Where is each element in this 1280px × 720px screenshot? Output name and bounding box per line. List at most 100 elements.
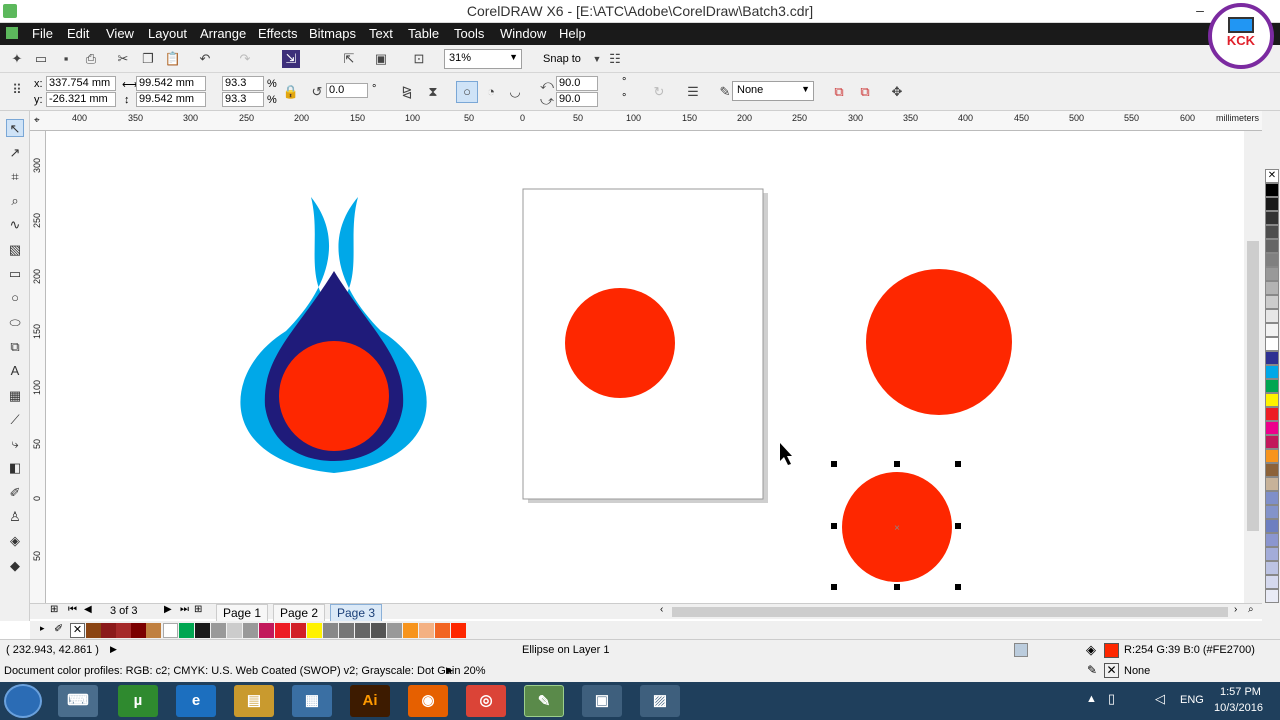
color-swatch[interactable] — [1265, 407, 1279, 421]
clock-time[interactable]: 1:57 PM — [1220, 686, 1261, 698]
prev-page-icon[interactable]: ◀ — [84, 604, 92, 615]
basic-shapes-tool-icon[interactable]: ⧉ — [6, 338, 24, 356]
convert-to-curves-icon[interactable]: ✥ — [888, 83, 906, 101]
menu-tools[interactable]: Tools — [454, 26, 484, 41]
connector-tool-icon[interactable]: ⤷ — [6, 435, 24, 453]
pie-mode-icon[interactable]: ◔ — [482, 83, 500, 101]
menu-help[interactable]: Help — [559, 26, 586, 41]
doc-color-swatch[interactable] — [146, 623, 161, 638]
eyedropper-tool-icon[interactable]: ✐ — [6, 484, 24, 502]
menu-arrange[interactable]: Arrange — [200, 26, 246, 41]
color-swatch[interactable] — [1265, 295, 1279, 309]
object-origin-icon[interactable]: ⠿ — [8, 81, 26, 99]
pick-tool-icon[interactable]: ↖ — [6, 119, 24, 137]
color-swatch[interactable] — [1265, 323, 1279, 337]
color-swatch[interactable] — [1265, 393, 1279, 407]
width-field[interactable]: 99.542 mm — [136, 76, 206, 91]
no-color-swatch[interactable]: ✕ — [1265, 169, 1279, 183]
ellipse-tool-icon[interactable]: ○ — [6, 289, 24, 307]
presentation-icon[interactable]: ▣ — [582, 685, 622, 717]
color-swatch[interactable] — [1265, 379, 1279, 393]
horizontal-ruler[interactable]: ⌖ 400 350 300 250 200 150 100 50 0 50 10… — [30, 111, 1262, 131]
color-swatch[interactable] — [1265, 505, 1279, 519]
tab-page-3[interactable]: Page 3 — [330, 604, 383, 622]
cut-icon[interactable]: ✂ — [114, 50, 132, 68]
wrap-text-icon[interactable]: ☰ — [684, 83, 702, 101]
scale-y-field[interactable]: 93.3 — [222, 92, 264, 107]
selected-ellipse[interactable]: × — [831, 461, 961, 590]
mirror-vertical-icon[interactable]: ⧗ — [424, 83, 442, 101]
to-front-icon[interactable]: ⧉ — [830, 83, 848, 101]
freehand-tool-icon[interactable]: ∿ — [6, 216, 24, 234]
fill-tool-icon[interactable]: ◈ — [6, 532, 24, 550]
outline-none-swatch[interactable]: ✕ — [1104, 663, 1119, 678]
end-angle-field[interactable]: 90.0 — [556, 92, 598, 107]
mirror-horizontal-icon[interactable]: ⧎ — [398, 83, 416, 101]
color-swatch[interactable] — [1265, 225, 1279, 239]
rotation-field[interactable]: 0.0 — [326, 83, 368, 98]
new-document-icon[interactable]: ✦ — [8, 50, 26, 68]
flame-logo[interactable] — [240, 197, 427, 473]
interactive-tool-icon[interactable]: ◧ — [6, 459, 24, 477]
horizontal-scroll-thumb[interactable] — [672, 607, 1228, 617]
palette-eyedropper-icon[interactable]: ✐ — [54, 622, 63, 635]
doc-color-swatch[interactable] — [451, 623, 466, 638]
doc-color-swatch[interactable] — [163, 623, 178, 638]
doc-color-swatch[interactable] — [291, 623, 306, 638]
color-swatch[interactable] — [1265, 575, 1279, 589]
dimension-tool-icon[interactable]: ⟋ — [6, 411, 24, 429]
doc-color-swatch[interactable] — [275, 623, 290, 638]
doc-color-swatch[interactable] — [131, 623, 146, 638]
profiles-arrow-icon[interactable]: ▶ — [446, 665, 453, 676]
import-icon[interactable]: ⇲ — [282, 50, 300, 68]
color-proofing-icon[interactable] — [1014, 643, 1028, 657]
doc-color-swatch[interactable] — [101, 623, 116, 638]
doc-color-swatch[interactable] — [259, 623, 274, 638]
illustrator-icon[interactable]: Ai — [350, 685, 390, 717]
export-icon[interactable]: ⇱ — [340, 50, 358, 68]
save-icon[interactable]: ▪ — [57, 50, 75, 68]
paste-icon[interactable]: 📋 — [164, 50, 182, 68]
volume-icon[interactable]: ◁ — [1155, 691, 1165, 707]
rectangle-tool-icon[interactable]: ▭ — [6, 265, 24, 283]
direction-icon[interactable]: ↻ — [650, 83, 668, 101]
open-folder-icon[interactable]: ▭ — [32, 50, 50, 68]
full-screen-icon[interactable]: ⊡ — [410, 50, 428, 68]
ruler-origin-icon[interactable]: ⌖ — [34, 115, 40, 126]
color-swatch[interactable] — [1265, 491, 1279, 505]
y-position-field[interactable]: -26.321 mm — [46, 92, 116, 107]
internet-explorer-icon[interactable]: e — [176, 685, 216, 717]
snap-chevron-down-icon[interactable]: ▼ — [588, 50, 606, 68]
doc-color-swatch[interactable] — [116, 623, 131, 638]
language-indicator[interactable]: ENG — [1180, 694, 1204, 706]
doc-color-swatch[interactable] — [419, 623, 434, 638]
doc-color-swatch[interactable] — [339, 623, 354, 638]
doc-color-swatch[interactable] — [355, 623, 370, 638]
zoom-navigator-icon[interactable]: ⌕ — [1248, 604, 1254, 615]
document-icon[interactable] — [6, 27, 18, 39]
vertical-ruler[interactable]: 300 250 200 150 100 50 0 50 — [30, 131, 46, 605]
doc-color-swatch[interactable] — [211, 623, 226, 638]
color-swatch[interactable] — [1265, 561, 1279, 575]
doc-color-swatch[interactable] — [387, 623, 402, 638]
copy-icon[interactable]: ❐ — [139, 50, 157, 68]
color-swatch[interactable] — [1265, 589, 1279, 603]
table-tool-icon[interactable]: ▦ — [6, 387, 24, 405]
photo-viewer-icon[interactable]: ▨ — [640, 685, 680, 717]
scroll-left-icon[interactable]: ‹ — [660, 604, 663, 615]
zoom-level-dropdown[interactable]: 31% ▼ — [444, 49, 522, 69]
outline-width-dropdown[interactable]: None ▼ — [732, 81, 814, 101]
coreldraw-taskbar-icon[interactable]: ✎ — [524, 685, 564, 717]
network-icon[interactable]: ▯ — [1108, 691, 1115, 707]
color-swatch[interactable] — [1265, 239, 1279, 253]
menu-table[interactable]: Table — [408, 26, 439, 41]
color-swatch[interactable] — [1265, 351, 1279, 365]
color-swatch[interactable] — [1265, 267, 1279, 281]
color-swatch[interactable] — [1265, 421, 1279, 435]
publish-pdf-icon[interactable]: ▣ — [372, 50, 390, 68]
color-swatch[interactable] — [1265, 365, 1279, 379]
doc-color-swatch[interactable] — [179, 623, 194, 638]
color-swatch[interactable] — [1265, 253, 1279, 267]
file-explorer-icon[interactable]: ▤ — [234, 685, 274, 717]
show-hidden-icons-icon[interactable]: ▲ — [1086, 693, 1097, 705]
